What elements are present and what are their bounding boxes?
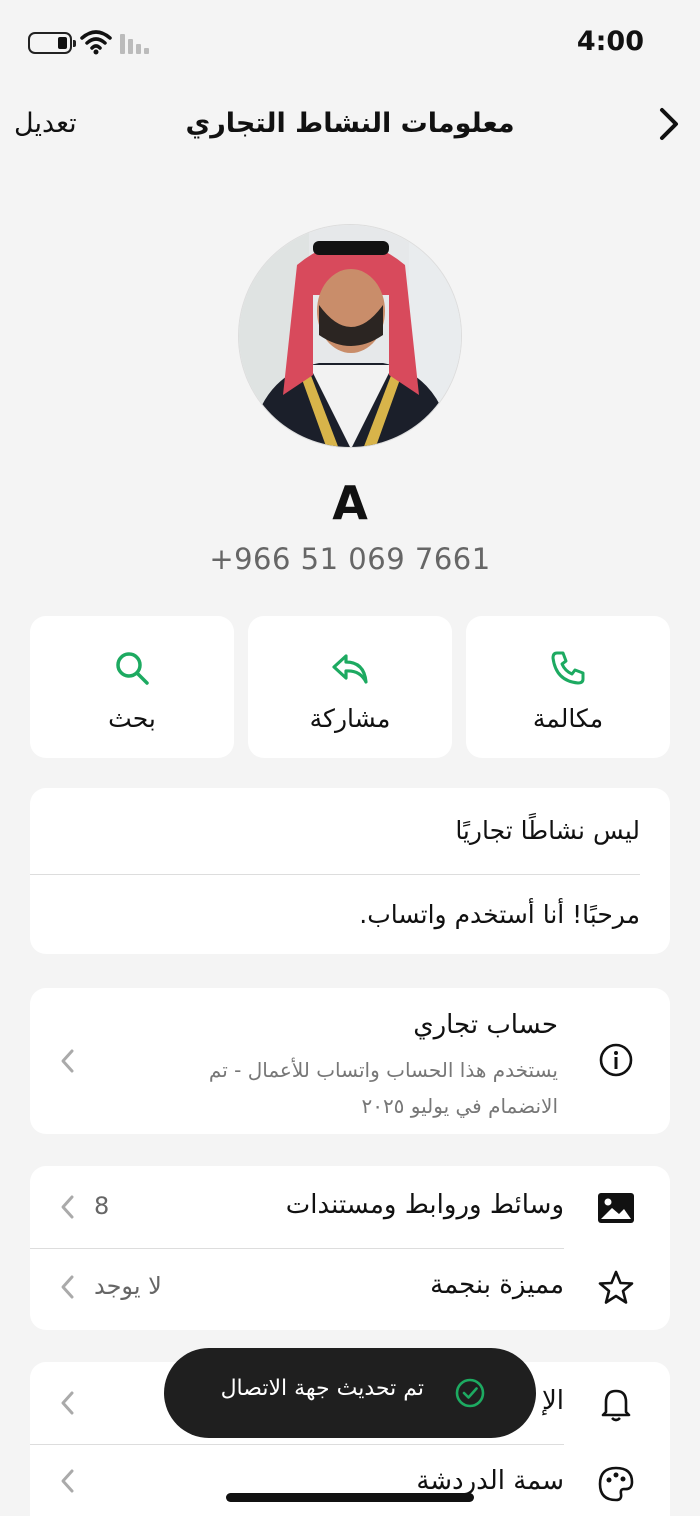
chevron-left-icon: [61, 1275, 74, 1299]
chat-theme-label: سمة الدردشة: [416, 1466, 564, 1496]
quick-actions: بحث مشاركة مكالمة: [30, 616, 670, 758]
chevron-left-icon: [61, 1469, 74, 1493]
image-icon: [598, 1193, 634, 1223]
media-count: 8: [94, 1192, 110, 1220]
check-circle-icon: [455, 1378, 485, 1408]
status-bar: 4:00: [0, 0, 700, 84]
call-button[interactable]: مكالمة: [466, 616, 670, 758]
info-icon: [599, 1043, 633, 1077]
share-label: مشاركة: [309, 704, 391, 733]
share-button[interactable]: مشاركة: [248, 616, 452, 758]
star-icon: [598, 1270, 634, 1304]
contact-name: A: [332, 476, 368, 530]
signal-icon: [120, 34, 149, 54]
search-button[interactable]: بحث: [30, 616, 234, 758]
wifi-icon: [80, 30, 112, 55]
contact-phone: +966 51 069 7661: [209, 542, 491, 576]
about-text: مرحبًا! أنا أستخدم واتساب.: [359, 900, 640, 929]
back-chevron-icon[interactable]: [654, 104, 684, 144]
chat-theme-row[interactable]: سمة الدردشة: [30, 1444, 670, 1514]
divider: [30, 874, 640, 875]
search-icon: [116, 652, 149, 685]
profile-photo: [239, 225, 461, 447]
phone-icon: [551, 651, 585, 685]
search-label: بحث: [108, 704, 156, 733]
business-status-text: ليس نشاطًا تجاريًا: [455, 816, 640, 845]
page-title: معلومات النشاط التجاري: [185, 108, 515, 139]
about-card: ليس نشاطًا تجاريًا مرحبًا! أنا أستخدم وا…: [30, 788, 670, 954]
media-row-label: وسائط وروابط ومستندات: [285, 1190, 564, 1220]
chevron-left-icon: [61, 1195, 74, 1219]
home-indicator[interactable]: [226, 1493, 474, 1502]
starred-row[interactable]: مميزة بنجمة لا يوجد: [30, 1248, 670, 1330]
description-line: يستخدم هذا الحساب واتساب للأعمال - تم: [208, 1058, 558, 1082]
chevron-left-icon: [61, 1049, 74, 1073]
business-account-description: يستخدم هذا الحساب واتساب للأعمال - تم ال…: [118, 1052, 558, 1124]
bell-icon: [601, 1389, 631, 1422]
toast-text: تم تحديث جهة الاتصال: [220, 1376, 424, 1401]
business-account-title: حساب تجاري: [413, 1010, 558, 1040]
palette-icon: [598, 1466, 634, 1502]
share-icon: [332, 654, 368, 684]
avatar[interactable]: [238, 224, 462, 448]
business-account-row[interactable]: حساب تجاري يستخدم هذا الحساب واتساب للأع…: [30, 988, 670, 1134]
starred-value: لا يوجد: [94, 1272, 162, 1300]
notifications-row-label: الإ: [541, 1386, 564, 1416]
battery-icon: [28, 32, 76, 54]
toast-notification: تم تحديث جهة الاتصال: [164, 1348, 536, 1438]
media-links-docs-row[interactable]: وسائط وروابط ومستندات 8: [30, 1166, 670, 1248]
starred-row-label: مميزة بنجمة: [430, 1270, 564, 1300]
chevron-left-icon: [61, 1391, 74, 1415]
media-starred-card: وسائط وروابط ومستندات 8 مميزة بنجمة لا ي…: [30, 1166, 670, 1330]
status-time: 4:00: [576, 26, 644, 57]
nav-header: تعديل معلومات النشاط التجاري: [0, 90, 700, 160]
call-label: مكالمة: [532, 704, 604, 733]
description-line: الانضمام في يوليو ٢٠٢٥: [361, 1094, 558, 1118]
